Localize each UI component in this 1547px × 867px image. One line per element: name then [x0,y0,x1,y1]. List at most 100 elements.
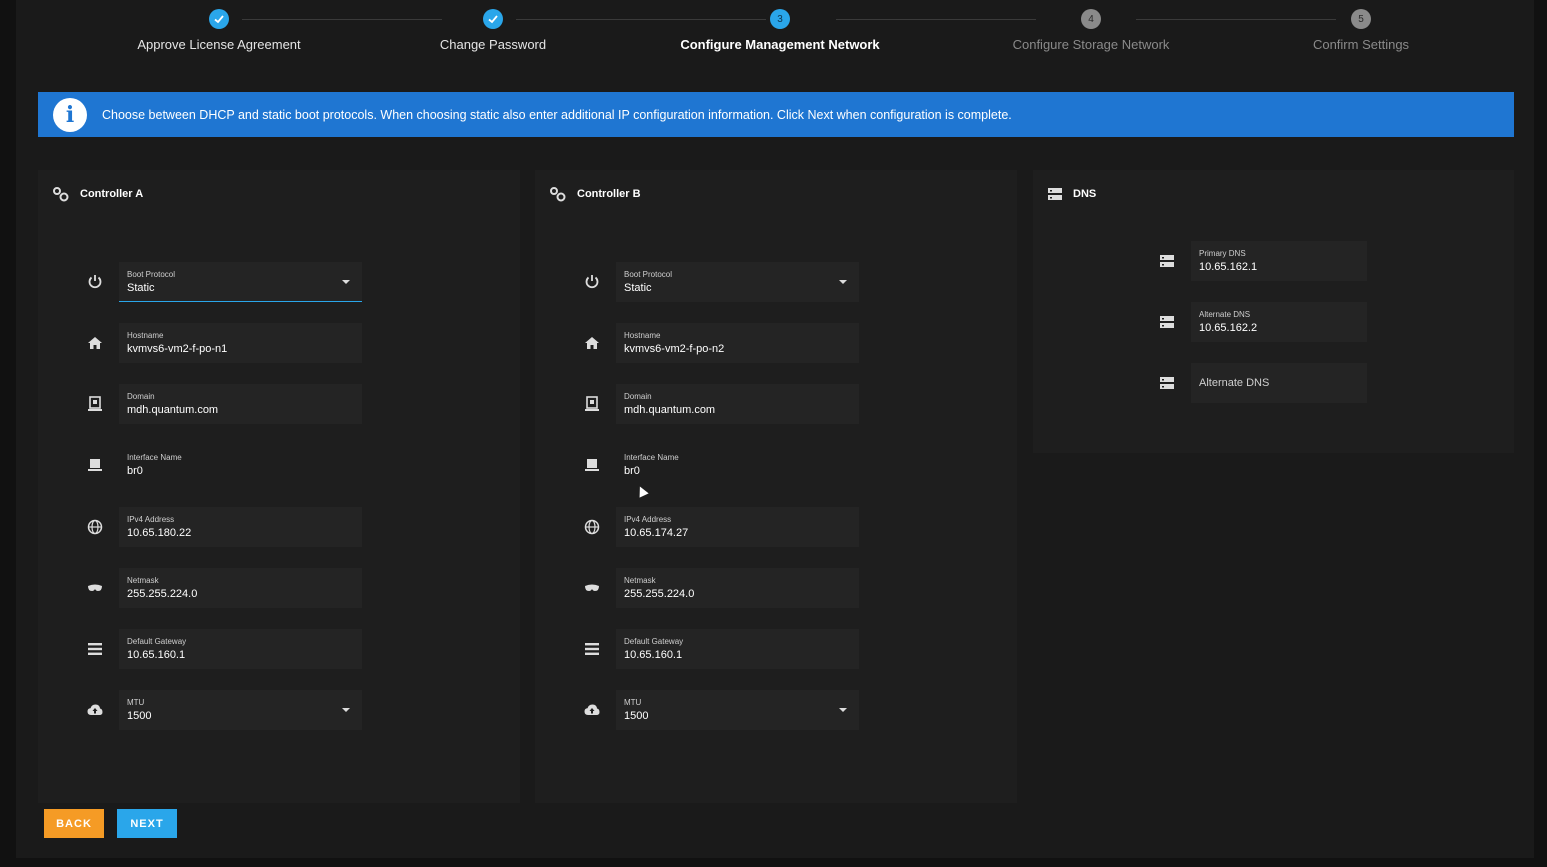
controller-b-panel: Controller B Boot Protocol Static Hostna… [535,170,1017,803]
field-value: Static [127,282,155,294]
field-value: Static [624,282,652,294]
dns-panel: DNS Primary DNS 10.65.162.1 Alternate DN… [1033,170,1514,453]
field-value: 255.255.224.0 [624,588,695,600]
panel-title-text: DNS [1073,188,1097,200]
panel-title: Controller B [549,186,641,202]
mtu-select[interactable]: MTU 1500 [119,690,362,730]
list-icon [87,641,103,657]
primary-dns-field[interactable]: Primary DNS 10.65.162.1 [1191,241,1367,281]
power-icon [584,274,600,290]
field-value: mdh.quantum.com [624,404,716,416]
computer-icon [87,457,103,473]
default-gateway-field[interactable]: Default Gateway 10.65.160.1 [119,629,362,669]
hostname-field[interactable]: Hostname kvmvs6-vm2-f-po-n2 [616,323,859,363]
boot-protocol-row: Boot Protocol Static [87,262,362,302]
gears-icon [53,187,69,202]
field-value: 10.65.162.2 [1199,322,1258,334]
interface-row: Interface Name br0 [87,445,362,485]
ipv4-address-field[interactable]: IPv4 Address 10.65.180.22 [119,507,362,547]
field-value: kvmvs6-vm2-f-po-n2 [624,343,725,355]
mtu-select[interactable]: MTU 1500 [616,690,859,730]
interface-row: Interface Name br0 [584,445,859,485]
step-label: Confirm Settings [1312,37,1410,52]
next-button[interactable]: NEXT [117,809,177,838]
field-label: Primary DNS [1199,249,1246,258]
domain-field[interactable]: Domain mdh.quantum.com [119,384,362,424]
panel-title-text: Controller B [577,188,641,200]
field-label: Boot Protocol [624,270,673,279]
primary-dns-row: Primary DNS 10.65.162.1 [1159,241,1367,281]
boot-protocol-select[interactable]: Boot Protocol Static [616,262,859,302]
gears-icon [550,187,566,202]
mtu-row: MTU 1500 [584,690,859,730]
dns-icon [1159,314,1175,330]
interface-name-field[interactable]: Interface Name br0 [119,445,362,485]
step-confirm-settings[interactable]: 5 Confirm Settings [1211,9,1511,52]
alternate-dns-field[interactable]: Alternate DNS 10.65.162.2 [1191,302,1367,342]
home-icon [87,335,103,351]
banner-message: Choose between DHCP and static boot prot… [102,107,1012,122]
field-label: Netmask [127,576,159,585]
step-approve-license[interactable]: Approve License Agreement [69,9,369,52]
back-button[interactable]: BACK [44,809,104,838]
power-icon [87,274,103,290]
field-value: kvmvs6-vm2-f-po-n1 [127,343,228,355]
step-label: Configure Management Network [680,37,880,52]
alternate-dns-row: Alternate DNS 10.65.162.2 [1159,302,1367,342]
panel-title: DNS [1047,186,1096,202]
mask-icon [584,580,600,596]
field-value: 10.65.160.1 [624,649,683,661]
domain-field[interactable]: Domain mdh.quantum.com [616,384,859,424]
panel-title-text: Controller A [80,188,144,200]
cloud-upload-icon [87,702,103,718]
field-value: 10.65.160.1 [127,649,186,661]
netmask-row: Netmask 255.255.224.0 [584,568,859,608]
mask-icon [87,580,103,596]
alternate-dns-row-2: Alternate DNS [1159,363,1367,403]
step-configure-management-network[interactable]: 3 Configure Management Network [630,9,930,52]
wizard-stepper: Approve License Agreement Change Passwor… [16,0,1534,70]
step-label: Configure Storage Network [1012,37,1170,52]
gateway-row: Default Gateway 10.65.160.1 [87,629,362,669]
field-label: Hostname [624,331,661,340]
dns-icon [1048,188,1062,200]
ipv4-row: IPv4 Address 10.65.174.27 [584,507,859,547]
domain-icon [87,396,103,412]
computer-icon [584,457,600,473]
field-label: Alternate DNS [1199,310,1251,319]
field-value: br0 [624,465,640,477]
dns-icon [1159,375,1175,391]
step-number: 5 [1351,9,1371,29]
hostname-field[interactable]: Hostname kvmvs6-vm2-f-po-n1 [119,323,362,363]
ipv4-address-field[interactable]: IPv4 Address 10.65.174.27 [616,507,859,547]
boot-protocol-select[interactable]: Boot Protocol Static [119,262,362,302]
alternate-dns-field-2[interactable]: Alternate DNS [1191,363,1367,403]
step-change-password[interactable]: Change Password [343,9,643,52]
field-value: 10.65.180.22 [127,527,192,539]
netmask-row: Netmask 255.255.224.0 [87,568,362,608]
step-number: 4 [1081,9,1101,29]
default-gateway-field[interactable]: Default Gateway 10.65.160.1 [616,629,859,669]
netmask-field[interactable]: Netmask 255.255.224.0 [616,568,859,608]
step-number: 3 [770,9,790,29]
home-icon [584,335,600,351]
field-label: Boot Protocol [127,270,176,279]
gateway-row: Default Gateway 10.65.160.1 [584,629,859,669]
cloud-upload-icon [584,702,600,718]
interface-name-field[interactable]: Interface Name br0 [616,445,859,485]
hostname-row: Hostname kvmvs6-vm2-f-po-n1 [87,323,362,363]
field-value: 255.255.224.0 [127,588,198,600]
field-value: 10.65.162.1 [1199,261,1258,273]
chevron-down-icon [342,280,350,284]
chevron-down-icon [839,280,847,284]
step-configure-storage-network[interactable]: 4 Configure Storage Network [941,9,1241,52]
netmask-field[interactable]: Netmask 255.255.224.0 [119,568,362,608]
field-label: Domain [624,392,652,401]
info-banner: i Choose between DHCP and static boot pr… [38,92,1514,137]
field-label: IPv4 Address [624,515,672,524]
field-label: Domain [127,392,155,401]
chevron-down-icon [342,708,350,712]
list-icon [584,641,600,657]
mtu-row: MTU 1500 [87,690,362,730]
field-value: 1500 [624,710,649,722]
